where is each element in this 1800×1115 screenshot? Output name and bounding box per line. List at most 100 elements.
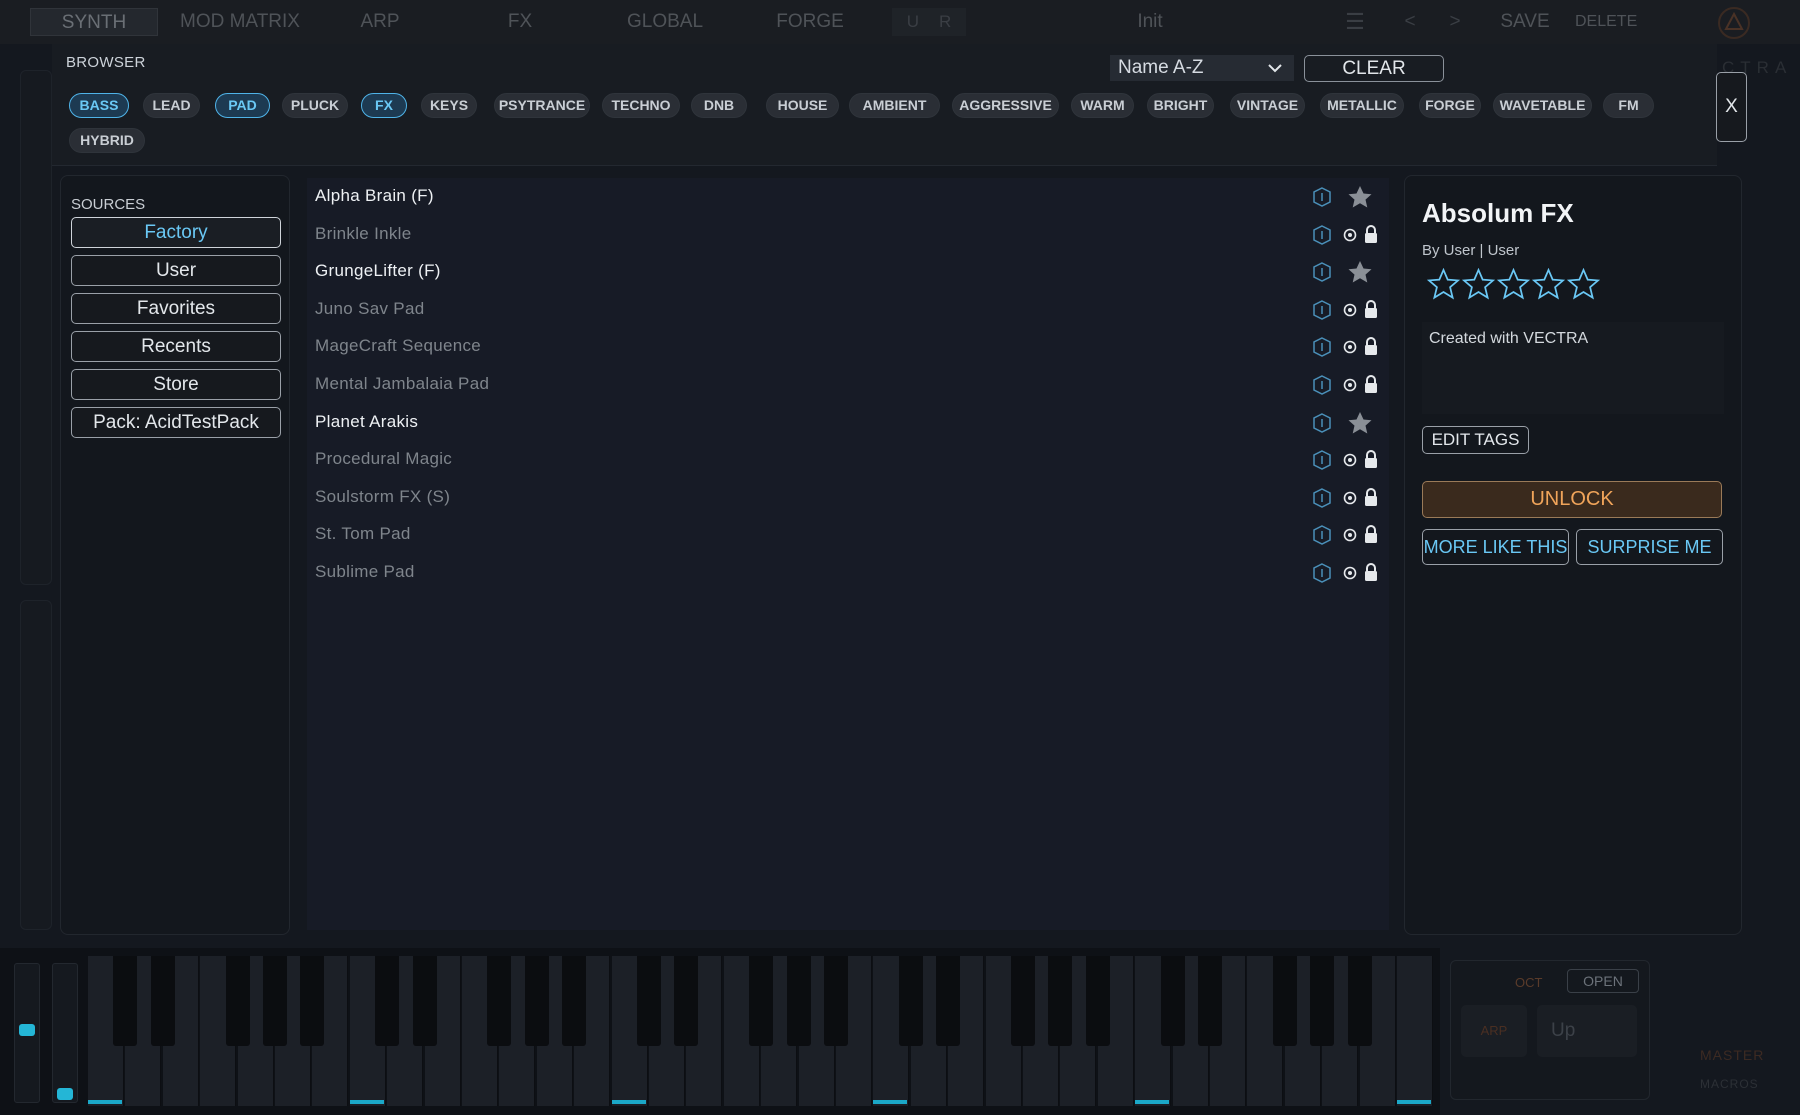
black-key[interactable] [674, 956, 699, 1046]
source-store[interactable]: Store [71, 369, 281, 400]
black-key[interactable] [562, 956, 587, 1046]
preset-row[interactable]: St. Tom Pad [307, 516, 1389, 553]
undo-button[interactable]: U [907, 12, 919, 31]
black-key[interactable] [150, 956, 175, 1046]
tag-warm[interactable]: WARM [1071, 93, 1134, 118]
tag-pluck[interactable]: PLUCK [282, 93, 348, 118]
arp-mode-dropdown[interactable]: Up [1537, 1005, 1637, 1057]
tag-hybrid[interactable]: HYBRID [69, 128, 145, 153]
tag-house[interactable]: HOUSE [766, 93, 839, 118]
favorite-star-icon[interactable] [1347, 185, 1373, 209]
info-shield-icon[interactable] [1313, 525, 1331, 546]
preset-row[interactable]: Procedural Magic [307, 441, 1389, 478]
preview-target-icon[interactable] [1343, 303, 1357, 317]
black-key[interactable] [936, 956, 961, 1046]
rating-star-icon[interactable] [1462, 268, 1495, 301]
info-shield-icon[interactable] [1313, 262, 1331, 283]
tag-fm[interactable]: FM [1603, 93, 1654, 118]
sort-dropdown[interactable]: Name A-Z [1110, 55, 1294, 81]
source-factory[interactable]: Factory [71, 217, 281, 248]
tab-mod-matrix[interactable]: MOD MATRIX [170, 8, 310, 36]
edit-tags-button[interactable]: EDIT TAGS [1422, 426, 1529, 454]
preview-target-icon[interactable] [1343, 566, 1357, 580]
next-preset-button[interactable]: > [1445, 8, 1465, 36]
black-key[interactable] [1085, 956, 1110, 1046]
tag-fx[interactable]: FX [361, 93, 407, 118]
favorite-star-icon[interactable] [1347, 411, 1373, 435]
pitch-wheel[interactable] [14, 963, 40, 1103]
tag-bass[interactable]: BASS [69, 93, 129, 118]
pitch-wheel-thumb[interactable] [19, 1024, 35, 1036]
black-key[interactable] [1011, 956, 1035, 1046]
source-favorites[interactable]: Favorites [71, 293, 281, 324]
black-key[interactable] [824, 956, 848, 1046]
info-shield-icon[interactable] [1313, 337, 1331, 358]
black-key[interactable] [263, 956, 287, 1046]
preset-row[interactable]: MageCraft Sequence [307, 328, 1389, 365]
black-key[interactable] [1160, 956, 1185, 1046]
preview-target-icon[interactable] [1343, 228, 1357, 242]
tag-psytrance[interactable]: PSYTRANCE [494, 93, 590, 118]
black-key[interactable] [1198, 956, 1222, 1046]
tag-wavetable[interactable]: WAVETABLE [1493, 93, 1592, 118]
tab-forge[interactable]: FORGE [755, 8, 865, 36]
preview-target-icon[interactable] [1343, 453, 1357, 467]
favorite-star-icon[interactable] [1347, 260, 1373, 284]
black-key[interactable] [898, 956, 923, 1046]
more-like-this-button[interactable]: MORE LIKE THIS [1422, 529, 1569, 565]
preset-row[interactable]: Sublime Pad [307, 554, 1389, 591]
menu-icon[interactable]: ☰ [1340, 8, 1370, 36]
black-key[interactable] [637, 956, 661, 1046]
preset-row[interactable]: Alpha Brain (F) [307, 178, 1389, 215]
black-key[interactable] [375, 956, 400, 1046]
tag-keys[interactable]: KEYS [421, 93, 477, 118]
black-key[interactable] [412, 956, 437, 1046]
black-key[interactable] [1347, 956, 1372, 1046]
tab-arp[interactable]: ARP [330, 8, 430, 36]
tag-bright[interactable]: BRIGHT [1147, 93, 1214, 118]
tag-vintage[interactable]: VINTAGE [1230, 93, 1305, 118]
source-user[interactable]: User [71, 255, 281, 286]
black-key[interactable] [487, 956, 512, 1046]
info-shield-icon[interactable] [1313, 412, 1331, 433]
clear-button[interactable]: CLEAR [1304, 55, 1444, 82]
info-shield-icon[interactable] [1313, 450, 1331, 471]
black-key[interactable] [524, 956, 549, 1046]
rating-star-icon[interactable] [1532, 268, 1565, 301]
black-key[interactable] [1272, 956, 1297, 1046]
info-shield-icon[interactable] [1313, 224, 1331, 245]
source-recents[interactable]: Recents [71, 331, 281, 362]
redo-button[interactable]: R [939, 12, 951, 31]
arp-toggle[interactable]: ARP [1461, 1005, 1527, 1057]
preset-row[interactable]: Juno Sav Pad [307, 291, 1389, 328]
tab-global[interactable]: GLOBAL [605, 8, 725, 36]
delete-button[interactable]: DELETE [1575, 8, 1637, 36]
tag-lead[interactable]: LEAD [143, 93, 200, 118]
preset-row[interactable]: Planet Arakis [307, 404, 1389, 441]
info-shield-icon[interactable] [1313, 563, 1331, 583]
source-pack-acidtestpack[interactable]: Pack: AcidTestPack [71, 407, 281, 438]
black-key[interactable] [113, 956, 138, 1046]
info-shield-icon[interactable] [1313, 375, 1331, 395]
tab-synth[interactable]: SYNTH [30, 8, 158, 36]
black-key[interactable] [300, 956, 325, 1046]
tab-fx[interactable]: FX [470, 8, 570, 36]
tag-aggressive[interactable]: AGGRESSIVE [952, 93, 1059, 118]
preset-row[interactable]: GrungeLifter (F) [307, 253, 1389, 290]
current-preset-name[interactable]: Init [1080, 8, 1220, 36]
preset-row[interactable]: Brinkle Inkle [307, 216, 1389, 253]
preview-target-icon[interactable] [1343, 491, 1357, 505]
info-shield-icon[interactable] [1313, 487, 1331, 508]
preview-target-icon[interactable] [1343, 340, 1357, 354]
unlock-button[interactable]: UNLOCK [1422, 481, 1722, 518]
white-key[interactable] [1397, 956, 1433, 1106]
tag-dnb[interactable]: DNB [691, 93, 747, 118]
mod-wheel-thumb[interactable] [57, 1088, 73, 1100]
info-shield-icon[interactable] [1313, 299, 1331, 320]
tag-techno[interactable]: TECHNO [602, 93, 680, 118]
black-key[interactable] [225, 956, 250, 1046]
preset-row[interactable]: Mental Jambalaia Pad [307, 366, 1389, 403]
tag-metallic[interactable]: METALLIC [1320, 93, 1404, 118]
tag-forge[interactable]: FORGE [1419, 93, 1481, 118]
preview-target-icon[interactable] [1343, 528, 1357, 542]
